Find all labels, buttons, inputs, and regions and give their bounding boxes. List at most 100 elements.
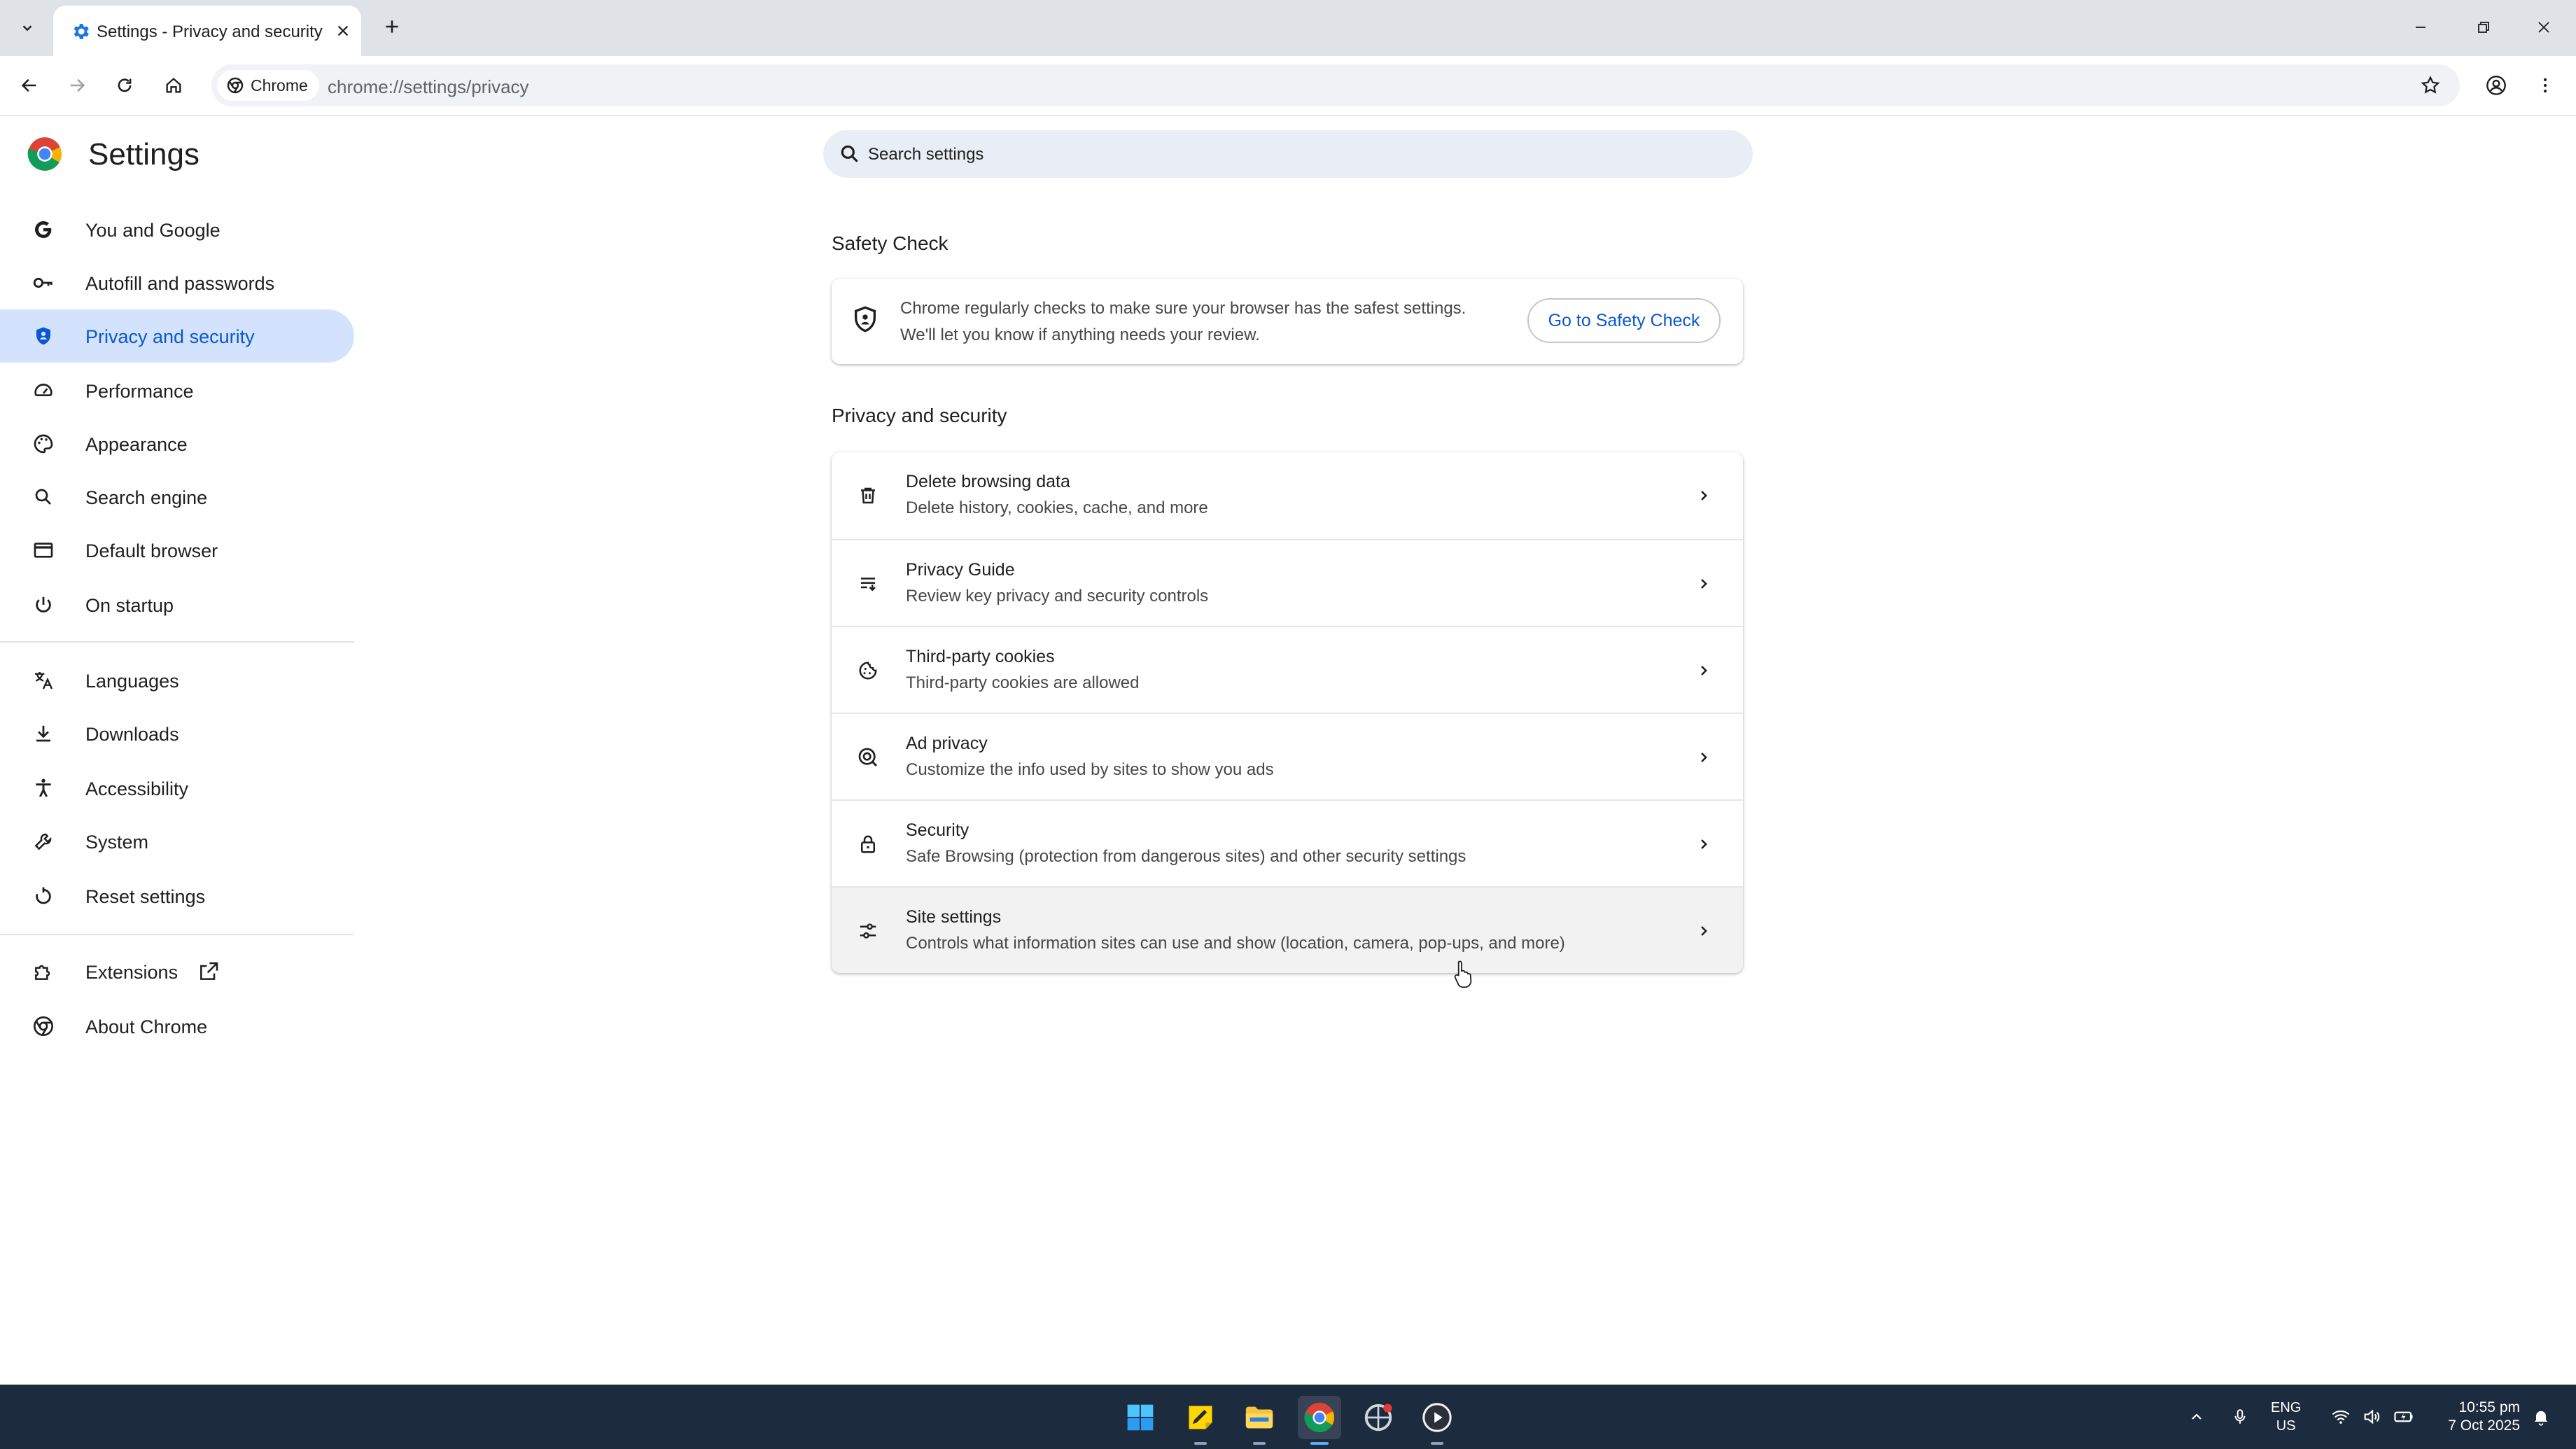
sidebar-item-autofill[interactable]: Autofill and passwords <box>0 256 354 309</box>
sidebar-item-label: Downloads <box>85 724 179 745</box>
row-delete-browsing-data[interactable]: Delete browsing data Delete history, coo… <box>832 452 1743 539</box>
row-ad-privacy[interactable]: Ad privacy Customize the info used by si… <box>832 713 1743 799</box>
sidebar-item-label: Accessibility <box>85 778 189 799</box>
restore-button[interactable] <box>2463 10 2505 45</box>
go-to-safety-check-button[interactable]: Go to Safety Check <box>1527 298 1721 343</box>
microphone-icon <box>2234 1409 2246 1424</box>
google-icon <box>31 217 56 242</box>
sidebar-item-privacy-and-security[interactable]: Privacy and security <box>0 309 354 363</box>
row-security[interactable]: Security Safe Browsing (protection from … <box>832 799 1743 886</box>
star-icon <box>2421 76 2440 94</box>
sidebar-item-about-chrome[interactable]: About Chrome <box>0 1000 354 1053</box>
browser-toolbar: Chrome chrome://settings/privacy <box>0 56 2576 116</box>
sidebar-item-search-engine[interactable]: Search engine <box>0 470 354 524</box>
tab-close-button[interactable] <box>332 20 354 42</box>
row-privacy-guide[interactable]: Privacy Guide Review key privacy and sec… <box>832 539 1743 626</box>
lang-bottom: US <box>2276 1418 2296 1434</box>
show-hidden-icons-button[interactable] <box>2183 1401 2211 1432</box>
sidebar-item-performance[interactable]: Performance <box>0 364 354 417</box>
sliders-icon <box>854 917 882 945</box>
sidebar-item-label: On startup <box>85 595 174 616</box>
profile-button[interactable] <box>2479 69 2513 102</box>
chevron-down-icon <box>22 25 32 31</box>
sidebar-item-system[interactable]: System <box>0 815 354 868</box>
sidebar-item-on-startup[interactable]: On startup <box>0 578 354 631</box>
row-third-party-cookies[interactable]: Third-party cookies Third-party cookies … <box>832 626 1743 713</box>
chrome-logo-icon <box>27 137 62 171</box>
sidebar-item-you-and-google[interactable]: You and Google <box>0 203 354 256</box>
new-tab-button[interactable] <box>378 13 406 41</box>
minimize-icon <box>2416 27 2426 28</box>
safety-check-line1: Chrome regularly checks to make sure you… <box>900 299 1466 318</box>
browser-tab-settings[interactable]: Settings - Privacy and security <box>53 6 361 56</box>
taskbar-sticky-notes[interactable] <box>1179 1396 1222 1445</box>
menu-button[interactable] <box>2528 69 2562 102</box>
arrow-right-icon <box>70 78 85 92</box>
sidebar-item-extensions[interactable]: Extensions <box>0 945 354 998</box>
start-button[interactable] <box>1119 1396 1162 1439</box>
row-site-settings[interactable]: Site settings Controls what information … <box>832 886 1743 973</box>
sidebar-item-label: About Chrome <box>85 1016 208 1037</box>
close-window-button[interactable] <box>2523 10 2565 45</box>
home-button[interactable] <box>157 69 190 102</box>
app-circle-icon <box>1364 1404 1392 1432</box>
wifi-status[interactable] <box>2327 1401 2355 1432</box>
clock-time: 10:55 pm <box>2458 1399 2520 1415</box>
url-text[interactable]: chrome://settings/privacy <box>328 76 529 98</box>
safety-check-line2: We'll let you know if anything needs you… <box>900 326 1260 344</box>
cookie-icon <box>854 657 882 685</box>
address-bar[interactable]: Chrome chrome://settings/privacy <box>211 64 2460 106</box>
row-title: Third-party cookies <box>906 647 1055 666</box>
bookmark-button[interactable] <box>2415 70 2446 101</box>
browser-window-icon <box>31 538 56 563</box>
sidebar-item-label: Search engine <box>85 487 208 508</box>
power-icon <box>31 592 56 617</box>
battery-status[interactable] <box>2390 1401 2418 1432</box>
system-clock[interactable]: 10:55 pm 7 Oct 2025 <box>2432 1399 2520 1435</box>
speedometer-icon <box>31 378 56 403</box>
sidebar-item-label: Privacy and security <box>85 326 255 347</box>
sidebar-item-accessibility[interactable]: Accessibility <box>0 762 354 815</box>
notifications-button[interactable] <box>2527 1401 2555 1432</box>
taskbar-media-player[interactable] <box>1415 1396 1459 1445</box>
sidebar-item-languages[interactable]: Languages <box>0 654 354 707</box>
accessibility-icon <box>31 776 56 801</box>
taskbar-file-explorer[interactable] <box>1238 1396 1281 1445</box>
sidebar-item-reset-settings[interactable]: Reset settings <box>0 869 354 923</box>
reload-button[interactable] <box>108 69 141 102</box>
sidebar-item-downloads[interactable]: Downloads <box>0 707 354 760</box>
microphone-button[interactable] <box>2226 1401 2254 1432</box>
restore-icon <box>2478 22 2489 33</box>
sticky-notes-icon <box>1189 1406 1212 1429</box>
sidebar-item-label: You and Google <box>85 220 220 241</box>
sidebar-item-label: Performance <box>85 381 194 402</box>
taskbar-app-circle[interactable] <box>1357 1396 1400 1439</box>
tab-title: Settings - Privacy and security <box>97 22 323 41</box>
back-button[interactable] <box>13 69 46 102</box>
chrome-icon <box>227 77 244 94</box>
chrome-logo-icon <box>1304 1402 1335 1433</box>
row-subtitle: Delete history, cookies, cache, and more <box>906 498 1208 517</box>
sidebar-item-appearance[interactable]: Appearance <box>0 417 354 470</box>
chrome-icon <box>31 1014 56 1039</box>
search-icon <box>841 145 858 162</box>
safety-check-heading: Safety Check <box>832 232 948 254</box>
palette-icon <box>31 431 56 456</box>
input-language[interactable]: ENG US <box>2271 1399 2301 1435</box>
notification-bell-icon <box>2534 1410 2548 1426</box>
profile-icon <box>2486 76 2506 95</box>
play-icon <box>1422 1403 1452 1432</box>
volume-status[interactable] <box>2358 1401 2386 1432</box>
safety-check-text: Chrome regularly checks to make sure you… <box>900 295 1466 349</box>
site-info-chip[interactable]: Chrome <box>217 70 319 101</box>
forward-button[interactable] <box>60 69 94 102</box>
trash-icon <box>854 482 882 510</box>
taskbar-chrome[interactable] <box>1298 1396 1341 1445</box>
tab-strip: Settings - Privacy and security <box>0 0 2576 56</box>
minimize-button[interactable] <box>2400 10 2442 45</box>
sidebar-item-default-browser[interactable]: Default browser <box>0 524 354 577</box>
tab-search-button[interactable] <box>10 14 45 42</box>
battery-charging-icon <box>2394 1411 2413 1422</box>
search-settings-input[interactable]: Search settings <box>823 130 1753 178</box>
chevron-right-icon <box>1691 571 1716 596</box>
